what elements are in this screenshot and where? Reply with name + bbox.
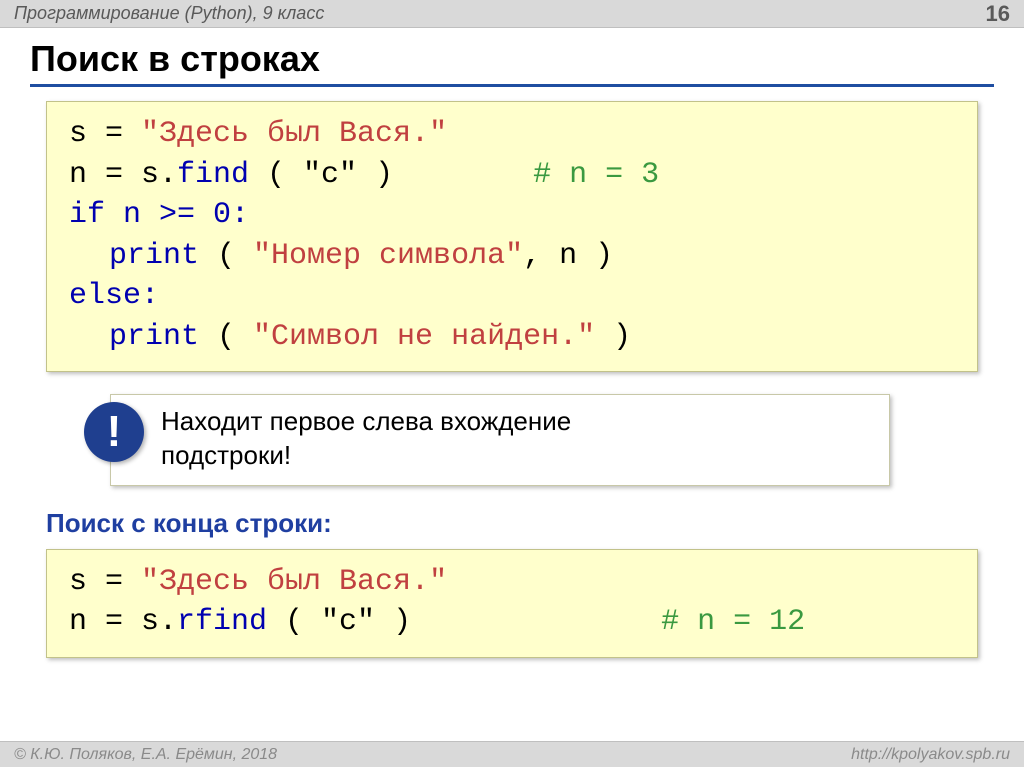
code-text: ) [595,320,631,354]
page-number: 16 [986,1,1010,27]
code-keyword: print [109,320,199,354]
code-text: s = [69,117,141,151]
code-text: n = s. [69,605,177,639]
code-line: n = s.find ( "с" ) # n = 3 [69,155,955,196]
subheading: Поиск с конца строки: [46,508,978,539]
code-line: print ( "Номер символа", n ) [69,236,955,277]
code-function: rfind [177,605,267,639]
slide-title: Поиск в строках [30,38,994,87]
code-text: ( [199,239,253,273]
code-keyword: if n >= 0: [69,198,249,232]
code-text: ( "с" ) [267,605,411,639]
top-header-bar: Программирование (Python), 9 класс 16 [0,0,1024,28]
code-line: n = s.rfind ( "с" ) # n = 12 [69,602,955,643]
code-keyword: else: [69,279,159,313]
code-text: ( "с" ) [249,158,393,192]
code-line: s = "Здесь был Вася." [69,114,955,155]
code-function: find [177,158,249,192]
footer-bar: © К.Ю. Поляков, Е.А. Ерёмин, 2018 http:/… [0,741,1024,767]
course-title: Программирование (Python), 9 класс [14,3,324,24]
info-note: ! Находит первое слева вхождение подстро… [110,394,890,486]
code-comment: # n = 3 [533,158,659,192]
info-note-text: подстроки! [161,439,871,473]
info-note-box: Находит первое слева вхождение подстроки… [110,394,890,486]
code-line: if n >= 0: [69,195,955,236]
code-line: s = "Здесь был Вася." [69,562,955,603]
code-block-find: s = "Здесь был Вася." n = s.find ( "с" )… [46,101,978,372]
code-string: "Номер символа" [253,239,523,273]
code-text: s = [69,565,141,599]
code-keyword: print [109,239,199,273]
slide-page: Программирование (Python), 9 класс 16 По… [0,0,1024,767]
code-text: ( [199,320,253,354]
code-line: print ( "Символ не найден." ) [69,317,955,358]
code-string: "Здесь был Вася." [141,117,447,151]
code-string: "Символ не найден." [253,320,595,354]
footer-copyright: © К.Ю. Поляков, Е.А. Ерёмин, 2018 [14,746,277,764]
slide-content: s = "Здесь был Вася." n = s.find ( "с" )… [0,95,1024,741]
exclamation-icon: ! [84,402,144,462]
code-block-rfind: s = "Здесь был Вася." n = s.rfind ( "с" … [46,549,978,658]
code-comment: # n = 12 [661,605,805,639]
code-string: "Здесь был Вася." [141,565,447,599]
info-note-text: Находит первое слева вхождение [161,405,871,439]
footer-url: http://kpolyakov.spb.ru [851,746,1010,764]
code-text: , n ) [523,239,613,273]
code-text: n = s. [69,158,177,192]
code-line: else: [69,276,955,317]
